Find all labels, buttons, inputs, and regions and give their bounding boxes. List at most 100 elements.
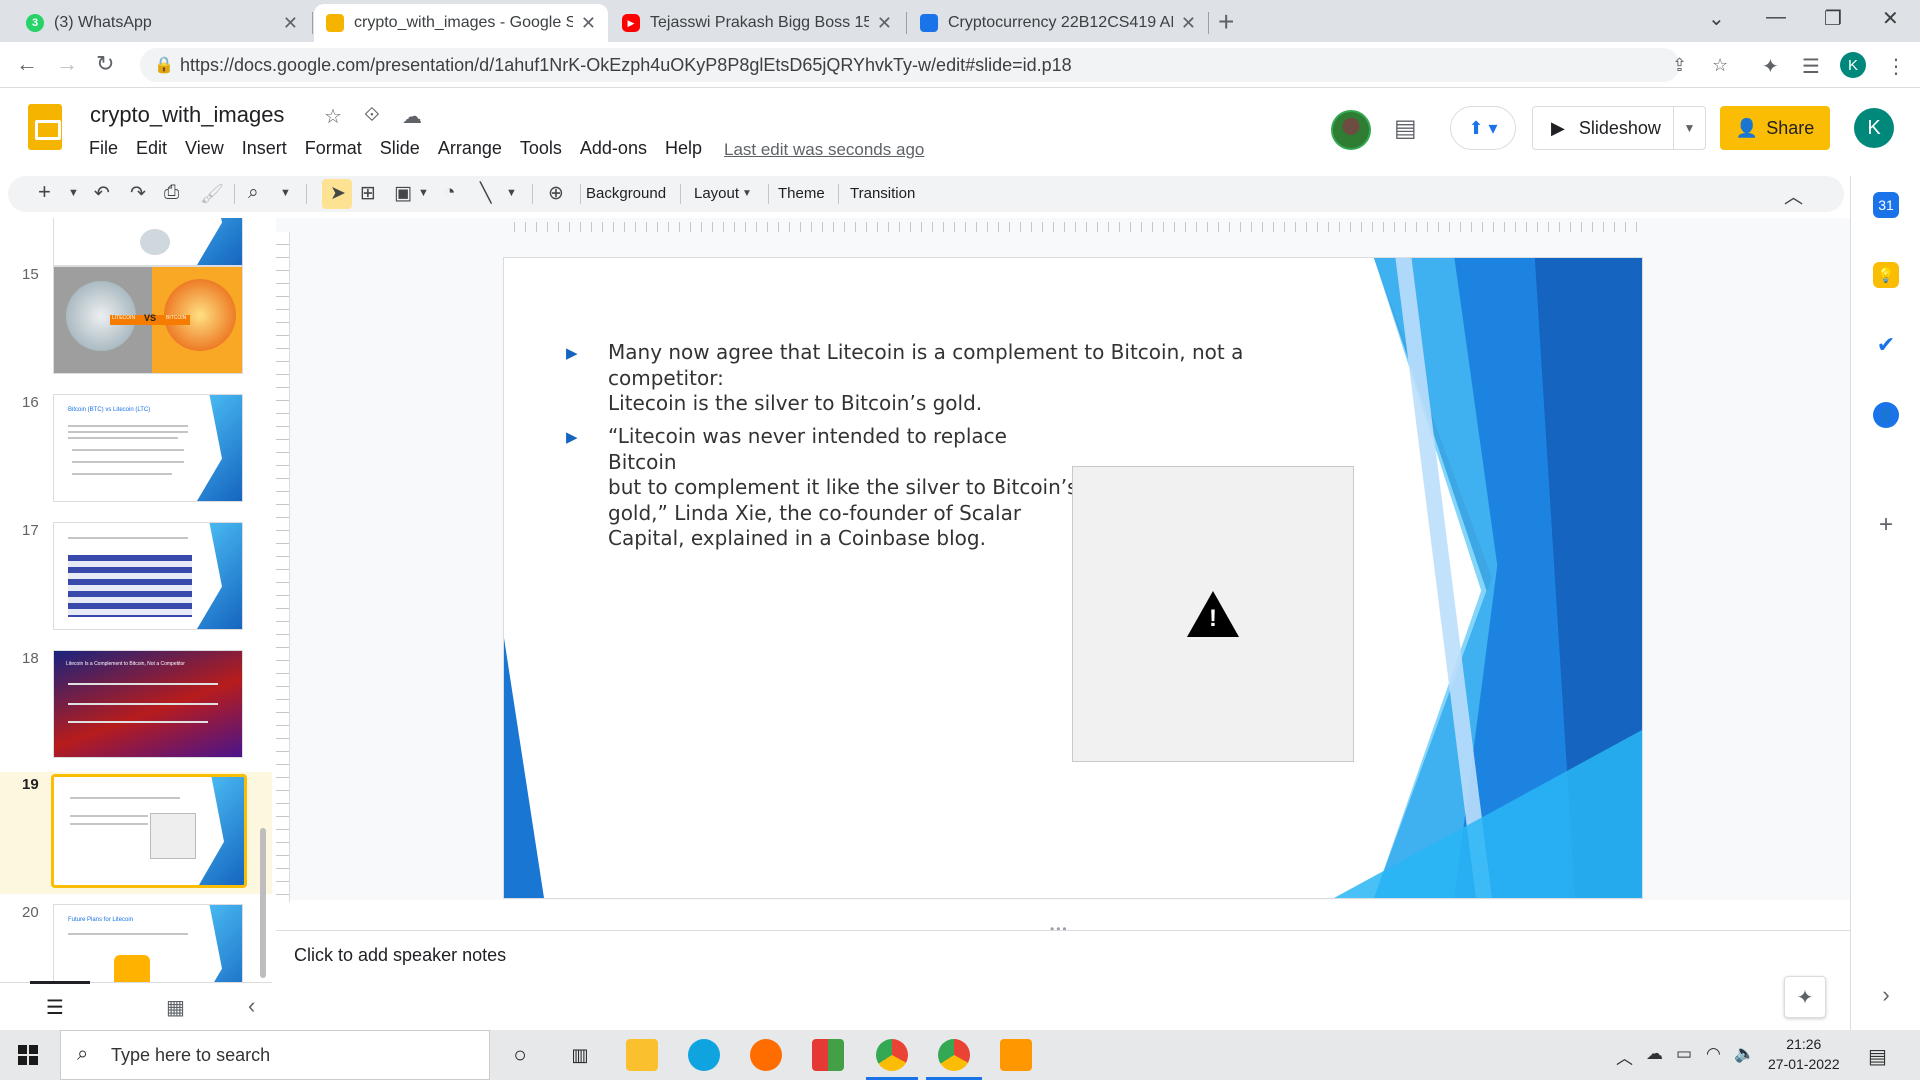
slide-thumbnail-19[interactable] [51,774,247,888]
share-page-icon[interactable]: ⇪ [1672,55,1687,76]
wifi-icon[interactable]: ◠ [1706,1044,1721,1064]
show-side-panel-icon[interactable]: › [1873,982,1899,1008]
menu-arrange[interactable]: Arrange [429,138,511,159]
chrome-icon[interactable] [876,1039,908,1071]
tasks-icon[interactable]: ✔ [1873,332,1899,358]
cortana-icon[interactable]: ○ [504,1039,536,1071]
contacts-icon[interactable]: 👤 [1873,402,1899,428]
menu-edit[interactable]: Edit [127,138,176,159]
battery-icon[interactable]: ▭ [1676,1044,1692,1064]
notifications-icon[interactable]: ▤ [1868,1044,1887,1069]
share-button[interactable]: 👤 Share [1720,106,1830,150]
chrome-profile-icon[interactable] [938,1039,970,1071]
zoom-icon[interactable]: ⌕ [248,182,259,204]
image-icon[interactable]: ▣ [394,182,412,205]
onedrive-icon[interactable]: ☁ [1646,1044,1663,1064]
select-cursor-icon[interactable]: ➤ [330,182,346,205]
edge-icon[interactable] [688,1039,720,1071]
menu-insert[interactable]: Insert [233,138,296,159]
firefox-icon[interactable] [750,1039,782,1071]
menu-format[interactable]: Format [296,138,371,159]
zoom-dropdown-icon[interactable]: ▼ [280,187,291,199]
new-tab-icon[interactable]: + [1218,6,1234,38]
get-addons-icon[interactable]: + [1873,511,1899,538]
background-button[interactable]: Background [586,185,666,202]
undo-icon[interactable]: ↶ [94,182,110,205]
close-tab-icon[interactable]: ✕ [1181,13,1196,34]
profile-avatar[interactable]: K [1840,52,1866,78]
collapse-filmstrip-icon[interactable]: ‹ [248,993,255,1019]
current-slide[interactable]: ▶ Many now agree that Litecoin is a comp… [504,258,1642,898]
close-tab-icon[interactable]: ✕ [283,13,298,34]
star-icon[interactable]: ☆ [324,104,342,129]
close-window-icon[interactable]: ✕ [1882,6,1899,31]
slide-bullet-2[interactable]: “Litecoin was never intended to replace … [608,424,1078,552]
tab-whatsapp[interactable]: 3 (3) WhatsApp ✕ [14,4,310,42]
minimize-icon[interactable]: — [1766,6,1786,29]
sublime-text-icon[interactable] [1000,1039,1032,1071]
slide-thumbnail-17[interactable] [53,522,243,630]
print-icon[interactable]: ⎙ [164,182,179,204]
slideshow-button[interactable]: ▶ Slideshow ▼ [1532,106,1706,150]
close-tab-icon[interactable]: ✕ [877,13,892,34]
show-hidden-icons[interactable]: ︿ [1616,1044,1633,1069]
lock-icon[interactable]: 🔒 [154,55,174,75]
menu-file[interactable]: File [80,138,127,159]
hide-menus-chevron-icon[interactable]: ︿ [1784,182,1803,209]
image-dropdown-icon[interactable]: ▼ [418,187,429,199]
speaker-notes-placeholder[interactable]: Click to add speaker notes [294,945,506,966]
menu-help[interactable]: Help [656,138,711,159]
document-title[interactable]: crypto_with_images [90,102,284,128]
slide-thumbnail-16[interactable]: Bitcoin (BTC) vs Litecoin (LTC) [53,394,243,502]
menu-tools[interactable]: Tools [511,138,571,159]
url-field[interactable]: 🔒 https://docs.google.com/presentation/d… [140,48,1728,82]
slide-thumbnail-20[interactable]: Future Plans for Litecoin [53,904,243,982]
microsoft-store-icon[interactable] [812,1039,844,1071]
back-icon[interactable]: ← [16,51,38,77]
menu-slide[interactable]: Slide [371,138,429,159]
slideshow-dropdown-icon[interactable]: ▼ [1673,107,1705,149]
account-avatar[interactable]: K [1854,108,1894,148]
broken-image-placeholder[interactable]: ! [1072,466,1354,762]
filmstrip-view-icon[interactable]: ☰ [46,995,64,1020]
slide-bullet-1[interactable]: Many now agree that Litecoin is a comple… [608,340,1328,417]
forward-icon[interactable]: → [56,51,78,77]
restore-icon[interactable]: ❐ [1824,6,1842,31]
calendar-icon[interactable]: 31 [1873,192,1899,218]
collaborator-avatar[interactable] [1331,110,1371,150]
tab-google-slides[interactable]: crypto_with_images - Google Slides ✕ [314,4,608,42]
line-icon[interactable]: ╲ [480,182,491,205]
slide-thumbnail-18[interactable]: Litecoin Is a Complement to Bitcoin, Not… [53,650,243,758]
shape-icon[interactable]: ◔ [444,182,455,204]
new-slide-dropdown-icon[interactable]: ▼ [68,187,79,199]
explore-button[interactable]: ✦ [1784,976,1826,1018]
grid-view-icon[interactable]: ▦ [166,995,185,1020]
extensions-icon[interactable]: ✦ [1762,54,1779,79]
new-slide-icon[interactable]: + [38,179,51,205]
menu-view[interactable]: View [176,138,233,159]
slides-logo[interactable] [28,104,62,150]
chrome-menu-icon[interactable]: ⋮ [1886,54,1906,79]
text-box-icon[interactable]: ⊞ [360,182,376,205]
add-comment-icon[interactable]: ⊕ [548,182,564,205]
paint-format-icon[interactable]: 🖌 [200,182,224,206]
taskbar-search-box[interactable]: ⌕ Type here to search [60,1030,490,1080]
theme-button[interactable]: Theme [778,185,825,202]
transition-button[interactable]: Transition [850,185,915,202]
volume-icon[interactable]: 🔈 [1734,1044,1755,1064]
cloud-saved-icon[interactable]: ☁ [402,104,422,129]
reload-icon[interactable]: ↻ [96,51,114,77]
close-tab-icon[interactable]: ✕ [581,13,596,34]
taskbar-clock[interactable]: 21:26 27-01-2022 [1768,1034,1840,1074]
windows-start-icon[interactable] [18,1045,38,1065]
bookmark-star-icon[interactable]: ☆ [1712,55,1728,76]
redo-icon[interactable]: ↷ [130,182,146,205]
keep-icon[interactable]: 💡 [1873,262,1899,288]
layout-button[interactable]: Layout [694,185,739,202]
filmstrip-scrollbar[interactable] [260,828,266,978]
line-dropdown-icon[interactable]: ▼ [506,187,517,199]
file-explorer-icon[interactable] [626,1039,658,1071]
slide-thumbnail-15[interactable]: LITECOIN VS BITCOIN [53,266,243,374]
reading-list-icon[interactable]: ☰ [1802,54,1820,79]
task-view-icon[interactable]: ▥ [564,1039,596,1071]
